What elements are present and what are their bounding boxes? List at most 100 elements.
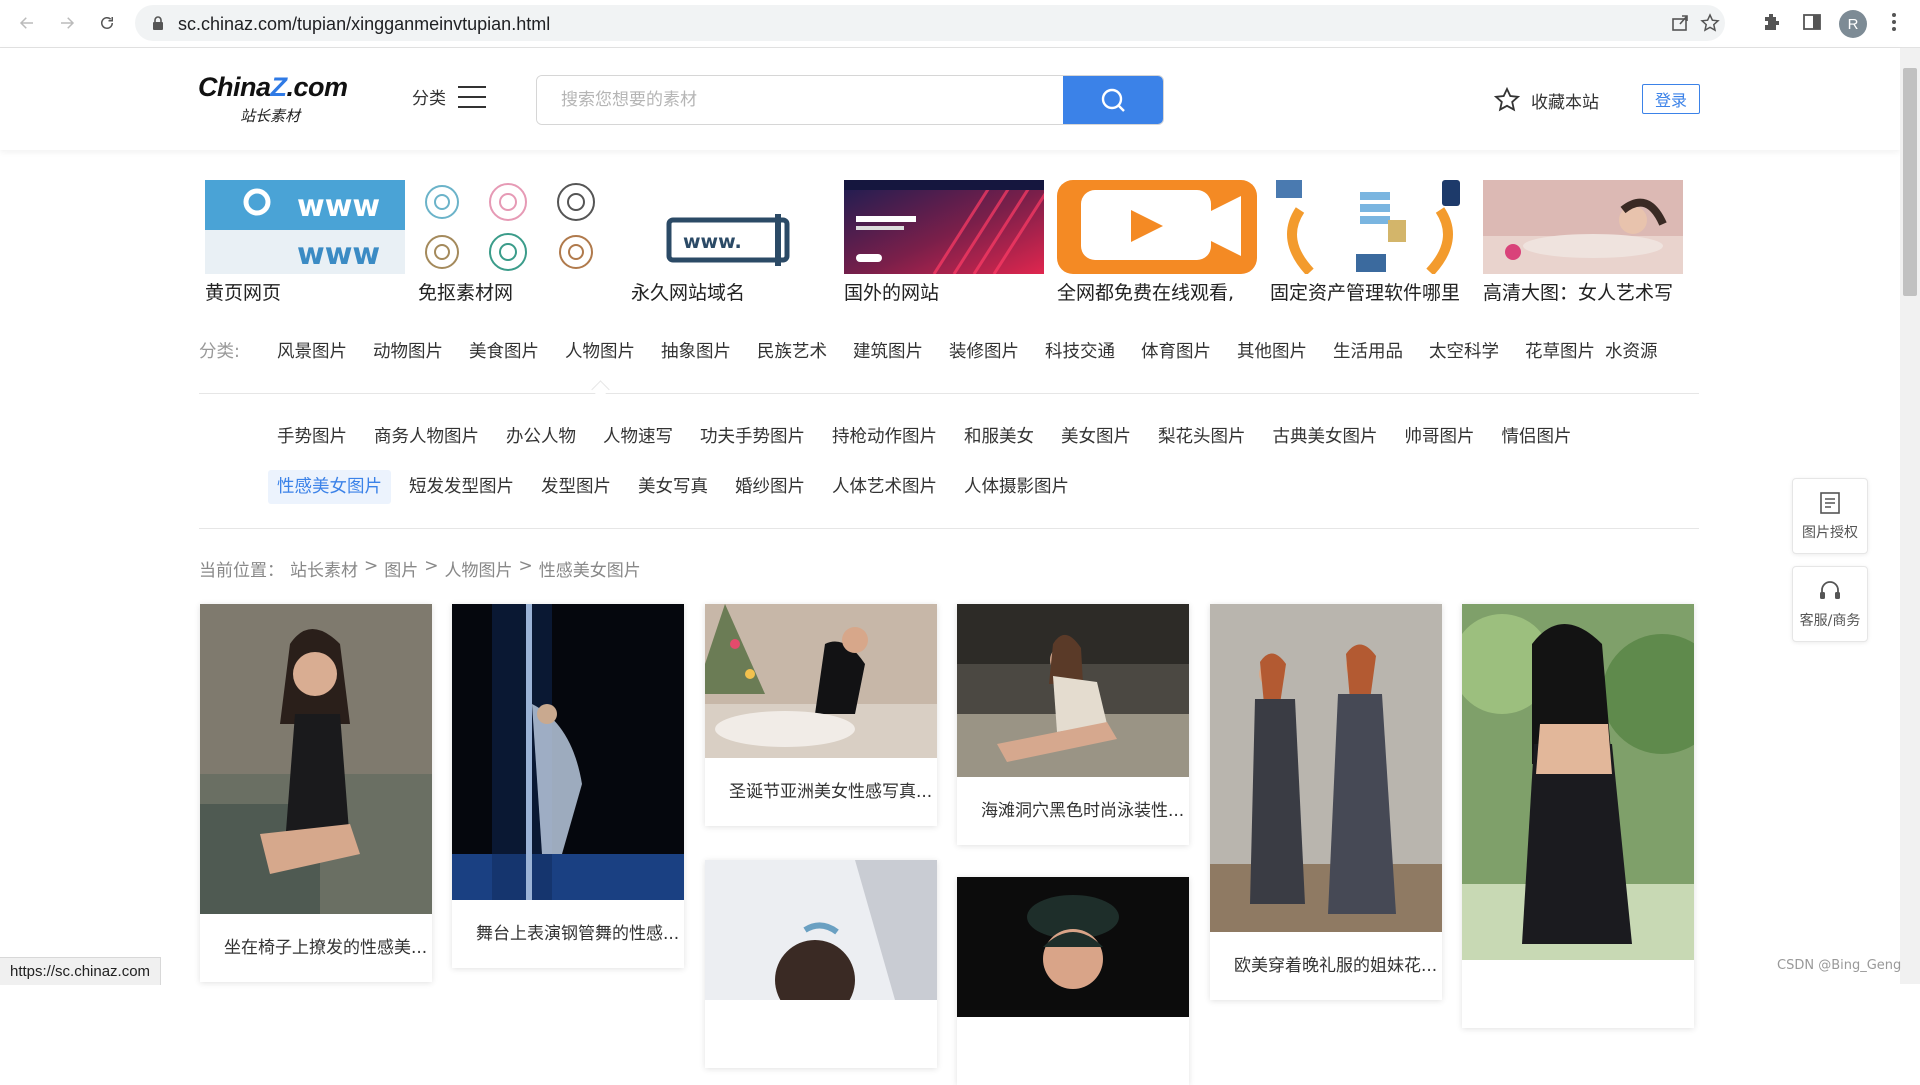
image-card[interactable]: 海滩洞穴黑色时尚泳装性... bbox=[957, 604, 1189, 845]
subcategory-item[interactable]: 功夫手势图片 bbox=[691, 420, 814, 454]
reload-button[interactable] bbox=[92, 8, 122, 38]
image-card[interactable]: 欧美穿着晚礼服的姐妹花... bbox=[1210, 604, 1442, 1000]
bookmark-label: 收藏本站 bbox=[1531, 92, 1599, 113]
ad-item[interactable]: 国外的网站 bbox=[844, 180, 1044, 306]
image-card[interactable]: 舞台上表演钢管舞的性感... bbox=[452, 604, 684, 968]
image-card[interactable] bbox=[1462, 604, 1694, 1028]
share-icon[interactable] bbox=[1670, 13, 1690, 33]
ad-image bbox=[844, 180, 1044, 274]
headset-icon bbox=[1820, 581, 1840, 599]
subcategory-item[interactable]: 人体艺术图片 bbox=[823, 470, 946, 504]
subcategory-item[interactable]: 持枪动作图片 bbox=[823, 420, 946, 454]
subcategory-item[interactable]: 美女写真 bbox=[629, 470, 717, 504]
category-item[interactable]: 科技交通 bbox=[1045, 338, 1115, 363]
category-nav: 分类: 风景图片 动物图片 美食图片 人物图片 抽象图片 民族艺术 建筑图片 装… bbox=[199, 337, 1699, 363]
category-item[interactable]: 水资源 bbox=[1605, 338, 1658, 363]
scrollbar-thumb[interactable] bbox=[1903, 68, 1917, 296]
category-item[interactable]: 花草图片 bbox=[1525, 338, 1595, 363]
ad-label: 免抠素材网 bbox=[418, 282, 514, 304]
star-icon[interactable] bbox=[1700, 13, 1720, 33]
category-item[interactable]: 太空科学 bbox=[1429, 338, 1499, 363]
side-panel-icon[interactable] bbox=[1801, 11, 1823, 33]
subcategory-item[interactable]: 短发发型图片 bbox=[400, 470, 523, 504]
category-item[interactable]: 装修图片 bbox=[949, 338, 1019, 363]
breadcrumb: 当前位置： 站长素材 > 图片 > 人物图片 > 性感美女图片 bbox=[199, 556, 641, 581]
category-item[interactable]: 抽象图片 bbox=[661, 338, 731, 363]
breadcrumb-link[interactable]: 图片 bbox=[384, 556, 418, 581]
breadcrumb-separator: > bbox=[518, 556, 533, 576]
subcategory-item[interactable]: 人体摄影图片 bbox=[955, 470, 1078, 504]
ad-item[interactable]: 高清大图：女人艺术写 bbox=[1483, 180, 1683, 306]
back-button[interactable] bbox=[12, 8, 42, 38]
card-caption bbox=[957, 1017, 1189, 1085]
category-item-active[interactable]: 人物图片 bbox=[565, 338, 635, 363]
category-item[interactable]: 生活用品 bbox=[1333, 338, 1403, 363]
category-item[interactable]: 建筑图片 bbox=[853, 338, 923, 363]
subcategory-item[interactable]: 婚纱图片 bbox=[726, 470, 814, 504]
back-arrow-icon bbox=[19, 17, 33, 29]
category-item[interactable]: 动物图片 bbox=[373, 338, 443, 363]
ad-label: 永久网站域名 bbox=[631, 282, 746, 304]
ad-item[interactable]: www www 黄页网页 bbox=[205, 180, 405, 306]
subcategory-item-active[interactable]: 性感美女图片 bbox=[268, 470, 391, 504]
search-input[interactable] bbox=[537, 76, 1061, 124]
browser-toolbar: sc.chinaz.com/tupian/xingganmeinvtupian.… bbox=[0, 0, 1920, 48]
login-button[interactable]: 登录 bbox=[1642, 84, 1700, 114]
category-menu-button[interactable]: 分类 bbox=[412, 84, 486, 109]
image-license-button[interactable]: 图片授权 bbox=[1792, 478, 1868, 554]
image-card[interactable] bbox=[957, 877, 1189, 1085]
subcategory-item[interactable]: 发型图片 bbox=[532, 470, 620, 504]
subcategory-item[interactable]: 办公人物 bbox=[497, 420, 585, 454]
more-menu-icon[interactable] bbox=[1883, 11, 1905, 33]
breadcrumb-separator: > bbox=[364, 556, 379, 576]
category-item[interactable]: 民族艺术 bbox=[757, 338, 827, 363]
card-photo bbox=[1462, 604, 1694, 960]
image-card[interactable]: 圣诞节亚洲美女性感写真... bbox=[705, 604, 937, 826]
address-bar[interactable]: sc.chinaz.com/tupian/xingganmeinvtupian.… bbox=[135, 5, 1725, 41]
subcategory-item[interactable]: 商务人物图片 bbox=[365, 420, 488, 454]
category-item[interactable]: 风景图片 bbox=[277, 338, 347, 363]
ad-label: 高清大图：女人艺术写 bbox=[1483, 282, 1674, 304]
ad-image bbox=[1270, 180, 1470, 274]
profile-avatar[interactable]: R bbox=[1839, 10, 1867, 38]
star-outline-icon bbox=[1493, 86, 1521, 112]
card-caption: 欧美穿着晚礼服的姐妹花... bbox=[1234, 956, 1438, 976]
subcategory-item[interactable]: 帅哥图片 bbox=[1396, 420, 1484, 454]
subcategory-item[interactable]: 梨花头图片 bbox=[1149, 420, 1255, 454]
site-logo[interactable]: ChinaZ.com 站长素材 bbox=[198, 72, 348, 126]
forward-button[interactable] bbox=[52, 8, 82, 38]
svg-text:www: www bbox=[297, 237, 380, 272]
ad-strip: www www 黄页网页 免抠素材网 www. 永久网站域名 国外的网站 全网都… bbox=[205, 180, 1700, 306]
ad-item[interactable]: www. 永久网站域名 bbox=[631, 180, 831, 306]
card-caption: 圣诞节亚洲美女性感写真... bbox=[729, 782, 933, 802]
subcategory-item[interactable]: 情侣图片 bbox=[1493, 420, 1581, 454]
ad-image bbox=[1483, 180, 1683, 274]
subcategory-item[interactable]: 古典美女图片 bbox=[1264, 420, 1387, 454]
bookmark-site-link[interactable]: 收藏本站 bbox=[1493, 86, 1599, 114]
breadcrumb-link[interactable]: 站长素材 bbox=[290, 556, 358, 581]
breadcrumb-link[interactable]: 人物图片 bbox=[445, 556, 513, 581]
customer-service-button[interactable]: 客服/商务 bbox=[1792, 566, 1868, 642]
ad-item[interactable]: 固定资产管理软件哪里 bbox=[1270, 180, 1470, 306]
category-item[interactable]: 其他图片 bbox=[1237, 338, 1307, 363]
active-category-caret bbox=[591, 380, 610, 399]
ad-item[interactable]: 全网都免费在线观看, bbox=[1057, 180, 1257, 306]
ad-item[interactable]: 免抠素材网 bbox=[418, 180, 618, 306]
ad-image: www. bbox=[631, 180, 831, 274]
category-item[interactable]: 美食图片 bbox=[469, 338, 539, 363]
subcategory-item[interactable]: 和服美女 bbox=[955, 420, 1043, 454]
extensions-icon[interactable] bbox=[1761, 11, 1783, 33]
image-card[interactable] bbox=[705, 860, 937, 1068]
category-item[interactable]: 体育图片 bbox=[1141, 338, 1211, 363]
category-nav-title: 分类: bbox=[199, 341, 240, 362]
subcategory-item[interactable]: 美女图片 bbox=[1052, 420, 1140, 454]
subcategory-item[interactable]: 人物速写 bbox=[594, 420, 682, 454]
reload-icon bbox=[101, 17, 113, 29]
image-card[interactable]: 坐在椅子上撩发的性感美... bbox=[200, 604, 432, 982]
ad-label: 国外的网站 bbox=[844, 282, 940, 304]
subcategory-row: 手势图片 商务人物图片 办公人物 人物速写 功夫手势图片 持枪动作图片 和服美女… bbox=[268, 420, 1590, 454]
search-button[interactable] bbox=[1063, 76, 1163, 124]
image-license-label: 图片授权 bbox=[1802, 525, 1858, 541]
subcategory-item[interactable]: 手势图片 bbox=[268, 420, 356, 454]
link-status-bar: https://sc.chinaz.com bbox=[0, 957, 162, 985]
